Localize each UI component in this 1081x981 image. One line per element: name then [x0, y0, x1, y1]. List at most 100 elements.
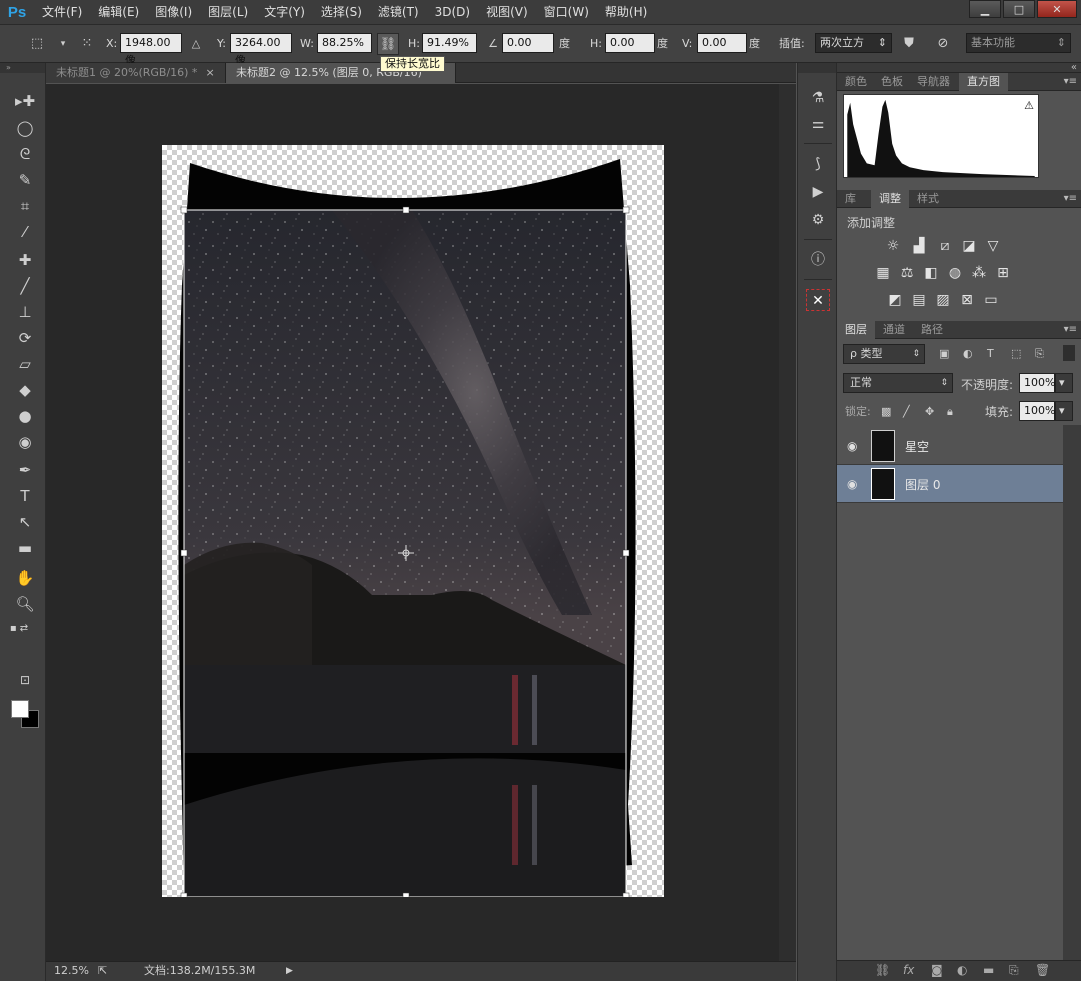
menu-window[interactable]: 窗口(W)	[536, 0, 597, 25]
black-white-icon[interactable]: ◧	[921, 263, 941, 283]
panel-menu-icon[interactable]: ▾≡	[1064, 73, 1077, 91]
status-menu-arrow-icon[interactable]: ▶	[286, 962, 293, 980]
lock-transparent-icon[interactable]: ▩	[881, 405, 891, 418]
canvas-scrollbar[interactable]	[779, 84, 796, 961]
layer-style-icon[interactable]: fx	[903, 963, 914, 977]
visibility-eye-icon[interactable]: ◉	[847, 439, 857, 453]
gradient-map-icon[interactable]: ▭	[981, 290, 1001, 310]
hskew-input[interactable]: 0.00	[605, 33, 655, 53]
maximize-button[interactable]: □	[1003, 0, 1035, 18]
panel-menu-icon[interactable]: ▾≡	[1064, 190, 1077, 208]
tools-grip-icon[interactable]: »	[0, 63, 45, 73]
hue-saturation-icon[interactable]: ▦	[873, 263, 893, 283]
layer-row-starry-sky[interactable]: ◉ 星空	[837, 427, 1063, 465]
tab-color[interactable]: 颜色	[837, 73, 875, 91]
eraser-tool-icon[interactable]: ▱	[12, 353, 38, 375]
link-layers-icon[interactable]: ⛓	[875, 963, 890, 977]
menu-help[interactable]: 帮助(H)	[597, 0, 655, 25]
warped-photo-canvas[interactable]	[162, 145, 664, 897]
new-layer-icon[interactable]: ⎘	[1009, 963, 1019, 978]
hand-tool-icon[interactable]: ✋	[12, 567, 38, 589]
tab-libraries[interactable]: 库	[837, 190, 864, 208]
transform-tool-icon[interactable]: ⬚	[26, 33, 48, 55]
menu-select[interactable]: 选择(S)	[313, 0, 370, 25]
foreground-color-swatch[interactable]	[11, 700, 29, 718]
layer-name[interactable]: 星空	[905, 438, 929, 455]
crop-tool-icon[interactable]: ⌗	[12, 195, 38, 217]
healing-brush-icon[interactable]: ✚	[12, 249, 38, 271]
new-adjustment-icon[interactable]: ◐	[957, 963, 967, 977]
blend-mode-select[interactable]: 正常 ⇕	[843, 373, 953, 393]
delete-layer-icon[interactable]: 🗑︎	[1035, 963, 1050, 977]
menu-file[interactable]: 文件(F)	[34, 0, 90, 25]
tab-adjustments[interactable]: 调整	[871, 190, 909, 208]
type-tool-icon[interactable]: T	[12, 485, 38, 507]
opacity-input[interactable]: 100%	[1019, 373, 1055, 393]
filter-type-icon[interactable]: T	[987, 347, 994, 360]
fill-dropdown[interactable]: ▾	[1055, 401, 1073, 421]
panel-menu-icon[interactable]: ▾≡	[1064, 321, 1077, 339]
new-group-icon[interactable]: ▬	[983, 963, 994, 977]
filter-toggle[interactable]	[1063, 345, 1075, 361]
menu-3d[interactable]: 3D(D)	[427, 0, 478, 25]
tab-channels[interactable]: 通道	[875, 321, 913, 339]
menu-type[interactable]: 文字(Y)	[256, 0, 313, 25]
adjustment-tool-icon[interactable]: ✕	[806, 289, 830, 311]
workspace-select[interactable]: 基本功能 ⇕	[966, 33, 1071, 53]
default-colors-icon[interactable]: ▪ ⇄	[6, 618, 32, 640]
invert-icon[interactable]: ◩	[885, 290, 905, 310]
tool-presets-icon[interactable]: ⚙	[806, 209, 830, 231]
move-tool-icon[interactable]: ▸✚	[12, 90, 38, 112]
quick-mask-icon[interactable]: ⊡	[12, 669, 38, 691]
tab-histogram[interactable]: 直方图	[959, 73, 1008, 91]
layer-filter-select[interactable]: ρ 类型 ⇕	[843, 344, 925, 364]
selective-color-icon[interactable]: ⊠	[957, 290, 977, 310]
lock-position-icon[interactable]: ✥	[925, 405, 934, 418]
menu-view[interactable]: 视图(V)	[478, 0, 536, 25]
exposure-icon[interactable]: ◪	[959, 236, 979, 256]
path-select-icon[interactable]: ↖	[12, 511, 38, 533]
zoom-tool-icon[interactable]: 🔍︎	[12, 593, 38, 615]
warp-mode-icon[interactable]: ⛊	[898, 33, 920, 55]
delta-icon[interactable]: △	[185, 33, 207, 55]
fill-input[interactable]: 100%	[1019, 401, 1055, 421]
filter-adjustment-icon[interactable]: ◐	[963, 347, 973, 360]
blur-tool-icon[interactable]: ●	[12, 405, 38, 427]
mid-grip-icon[interactable]	[798, 63, 836, 73]
layer-name[interactable]: 图层 0	[905, 476, 940, 493]
right-grip-icon[interactable]: «	[837, 63, 1081, 73]
zoom-level[interactable]: 12.5%	[54, 962, 89, 980]
menu-edit[interactable]: 编辑(E)	[90, 0, 147, 25]
vibrance-icon[interactable]: ▽	[983, 236, 1003, 256]
tab-paths[interactable]: 路径	[913, 321, 951, 339]
filter-shape-icon[interactable]: ⬚	[1011, 347, 1021, 360]
visibility-eye-icon[interactable]: ◉	[847, 477, 857, 491]
warning-icon[interactable]: ⚠	[1024, 99, 1034, 112]
lasso-tool-icon[interactable]: ᘓ	[12, 143, 38, 165]
tab-close-icon[interactable]: ×	[205, 66, 214, 79]
history-brush-icon[interactable]: ⟳	[12, 327, 38, 349]
marquee-tool-icon[interactable]: ◯	[12, 117, 38, 139]
tab-layers[interactable]: 图层	[837, 321, 875, 339]
minimize-button[interactable]: ▁	[969, 0, 1001, 18]
width-input[interactable]: 88.25%	[317, 33, 372, 53]
add-mask-icon[interactable]: ◙	[931, 963, 943, 977]
brush-presets-icon[interactable]: ⟆	[806, 153, 830, 175]
filter-pixel-icon[interactable]: ▣	[939, 347, 949, 360]
vskew-input[interactable]: 0.00	[697, 33, 747, 53]
y-input[interactable]: 3264.00 像	[230, 33, 292, 67]
layer-row-layer-0[interactable]: ◉ 图层 0	[837, 465, 1063, 503]
filter-smart-icon[interactable]: ⎘	[1035, 347, 1044, 361]
lock-pixels-icon[interactable]: ╱	[903, 405, 910, 418]
curves-icon[interactable]: ⧄	[935, 236, 955, 256]
actions-play-icon[interactable]: ▶	[806, 181, 830, 203]
height-input[interactable]: 91.49%	[422, 33, 477, 53]
brightness-icon[interactable]: ☼	[883, 236, 903, 256]
info-panel-icon[interactable]: ⓘ	[806, 249, 830, 271]
pen-tool-icon[interactable]: ✒	[12, 459, 38, 481]
dodge-tool-icon[interactable]: ◉	[12, 431, 38, 453]
layers-scrollbar[interactable]	[1063, 425, 1081, 960]
color-balance-icon[interactable]: ⚖	[897, 263, 917, 283]
export-icon[interactable]: ⇱	[98, 962, 107, 980]
paint-bucket-icon[interactable]: ◆	[12, 379, 38, 401]
